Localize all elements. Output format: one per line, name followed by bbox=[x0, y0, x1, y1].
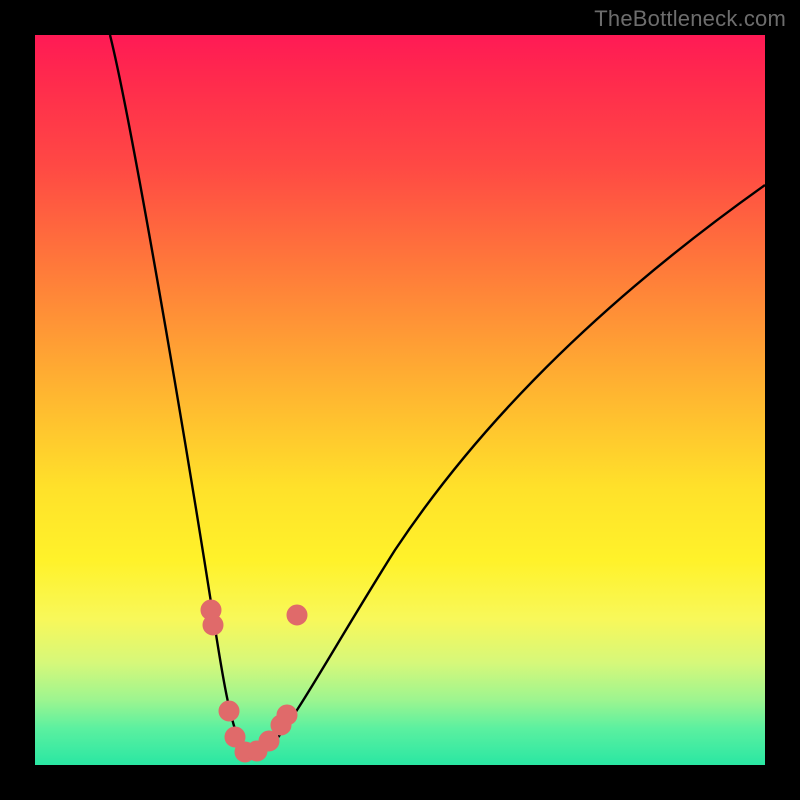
outer-frame: TheBottleneck.com bbox=[0, 0, 800, 800]
plot-area bbox=[35, 35, 765, 765]
curve-layer bbox=[35, 35, 765, 765]
highlight-dots bbox=[201, 600, 307, 762]
watermark-text: TheBottleneck.com bbox=[594, 6, 786, 32]
bottleneck-curve bbox=[110, 35, 765, 757]
